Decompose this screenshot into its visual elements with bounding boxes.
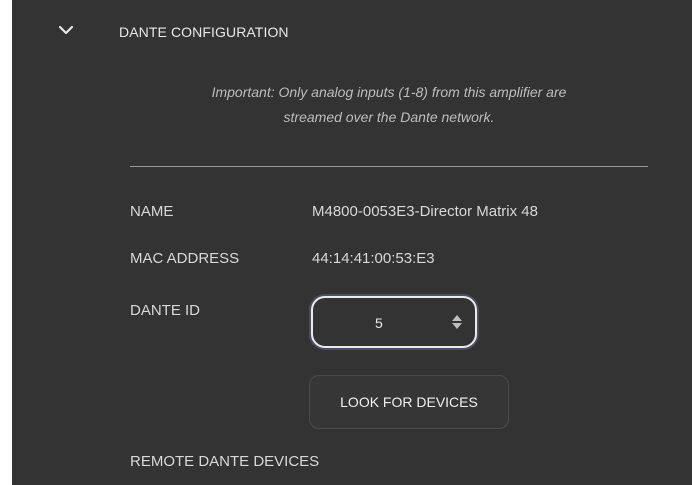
dante-id-value[interactable]: 5 — [375, 315, 383, 331]
notice-line-2: streamed over the Dante network. — [283, 109, 495, 125]
up-down-arrows-icon[interactable] — [451, 313, 463, 331]
mac-address-value: 44:14:41:00:53:E3 — [312, 250, 435, 267]
mac-address-label: MAC ADDRESS — [130, 250, 240, 267]
dante-id-label: DANTE ID — [130, 302, 201, 319]
analog-inputs-notice: Important: Only analog inputs (1-8) from… — [130, 80, 648, 130]
section-header[interactable]: DANTE CONFIGURATION — [12, 0, 692, 66]
dante-id-stepper[interactable]: 5 — [311, 296, 477, 348]
section-title: DANTE CONFIGURATION — [119, 24, 289, 40]
chevron-down-icon[interactable] — [58, 22, 74, 38]
divider — [130, 166, 648, 167]
look-for-devices-button[interactable]: LOOK FOR DEVICES — [309, 375, 509, 429]
dante-configuration-panel: DANTE CONFIGURATION Important: Only anal… — [12, 0, 692, 485]
remote-dante-devices-label: REMOTE DANTE DEVICES — [130, 453, 320, 470]
notice-line-1: Important: Only analog inputs (1-8) from… — [211, 84, 567, 100]
name-label: NAME — [130, 203, 174, 220]
name-value: M4800-0053E3-Director Matrix 48 — [312, 203, 538, 220]
